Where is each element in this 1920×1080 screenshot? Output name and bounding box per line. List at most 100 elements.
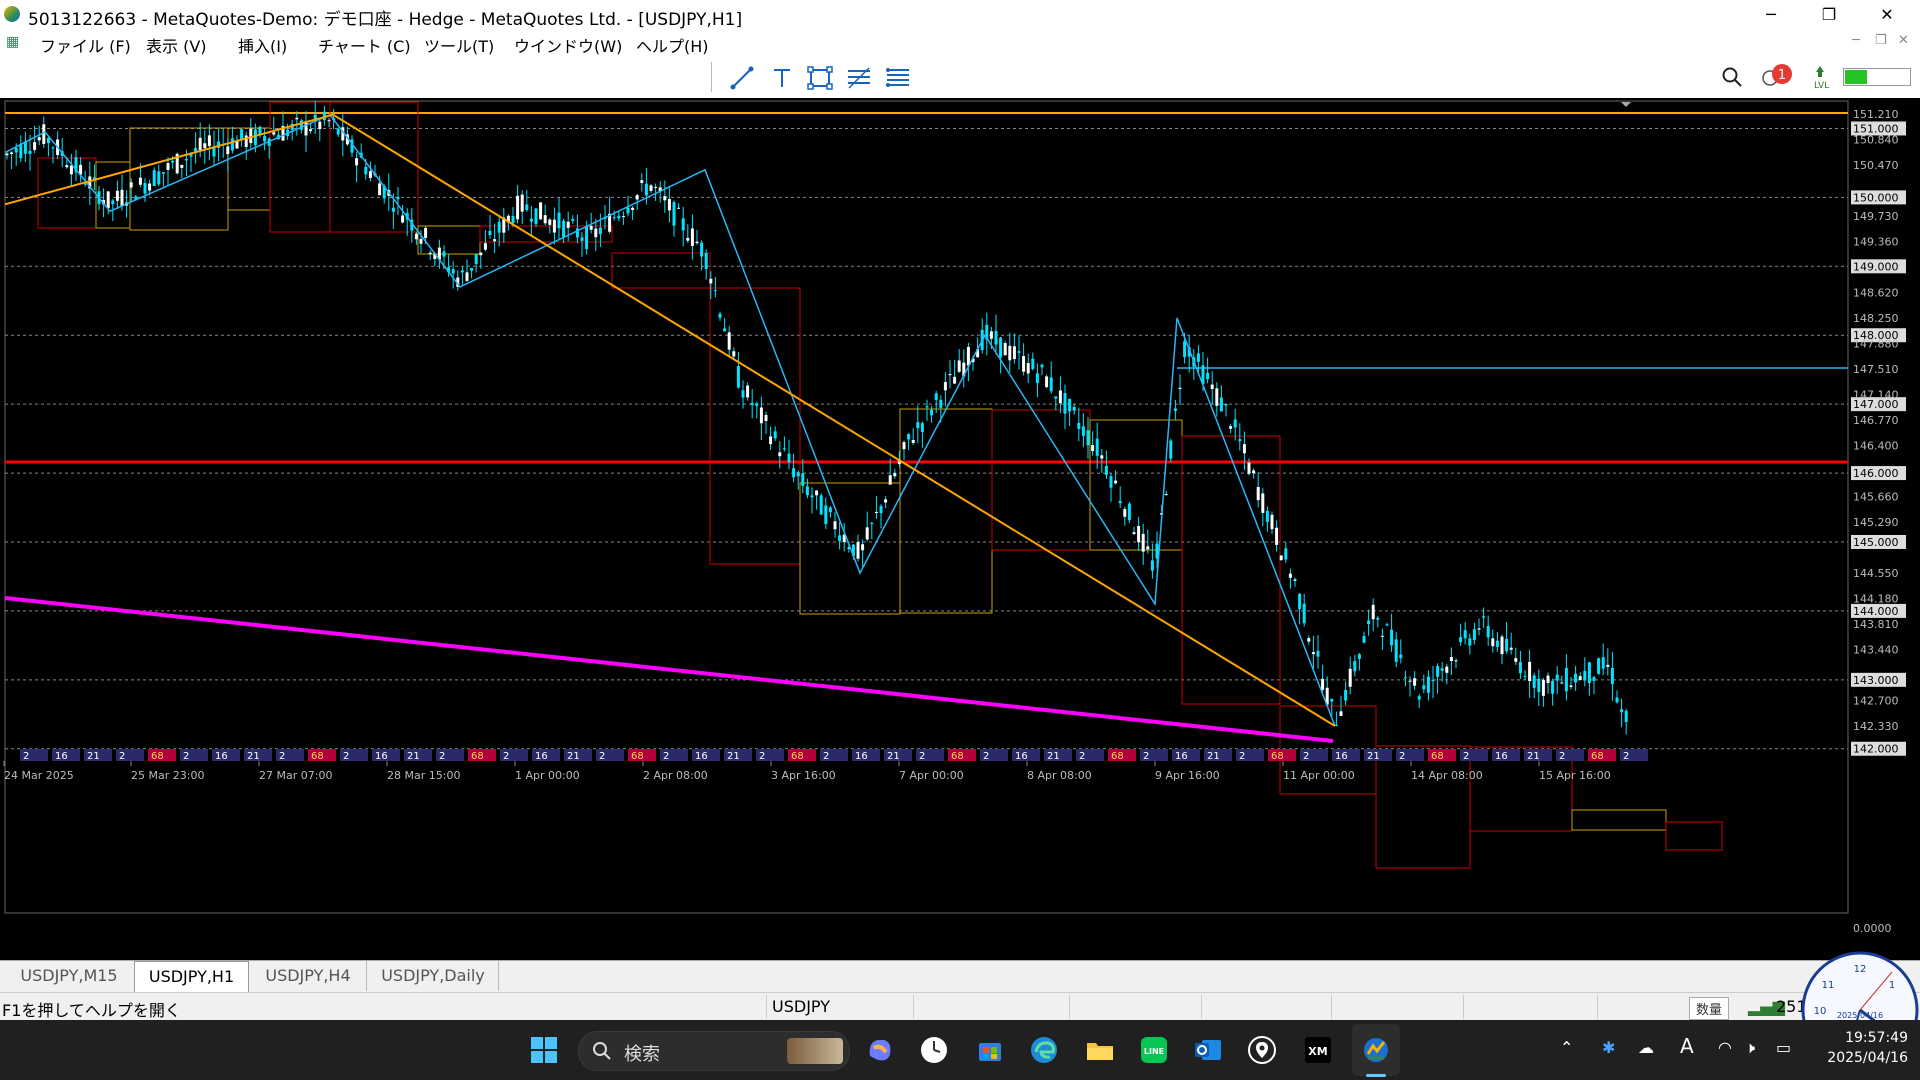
candle-body	[198, 137, 202, 151]
candle-body	[378, 183, 382, 196]
notification-icon[interactable]: 1	[1760, 63, 1796, 91]
menu-tools[interactable]: ツール(T)	[424, 33, 494, 57]
candle-body	[1238, 439, 1242, 442]
candle-body	[1058, 390, 1062, 404]
candle-body	[677, 207, 681, 209]
svg-text:XM: XM	[1308, 1045, 1327, 1058]
bluetooth-icon[interactable]: ✱	[1602, 1038, 1615, 1057]
wifi-icon[interactable]: ◠	[1718, 1038, 1732, 1057]
maps-pin-icon[interactable]	[1246, 1034, 1278, 1066]
tab-usdjpy-daily[interactable]: USDJPY,Daily	[368, 961, 499, 991]
tab-usdjpy-m15[interactable]: USDJPY,M15	[4, 961, 135, 991]
windows-start-icon[interactable]	[528, 1034, 560, 1066]
close-button[interactable]: ✕	[1858, 0, 1916, 29]
store-icon[interactable]	[974, 1034, 1006, 1066]
candle-body	[1049, 377, 1053, 392]
candle-body	[1068, 398, 1072, 412]
text-icon[interactable]	[766, 62, 798, 94]
menu-window[interactable]: ウインドウ(W)	[514, 33, 622, 57]
candle-body	[1463, 630, 1467, 639]
candle-body	[930, 409, 934, 416]
candle-body	[907, 433, 911, 440]
status-symbol: USDJPY	[772, 997, 830, 1016]
candle-body	[1413, 678, 1417, 686]
copilot-icon[interactable]	[864, 1034, 896, 1066]
session-marker-label: 2	[503, 751, 509, 762]
chart-canvas[interactable]: 151.000150.000149.000148.000147.000146.0…	[0, 98, 1920, 960]
candle-body	[1597, 658, 1601, 674]
restore-button[interactable]: ❐	[1800, 0, 1858, 29]
candle-body	[1284, 548, 1288, 560]
menu-help[interactable]: ヘルプ(H)	[636, 33, 709, 57]
candle-body	[184, 158, 188, 161]
ime-mode-icon[interactable]: A	[1680, 1034, 1694, 1058]
candle-body	[746, 385, 750, 398]
candle-body	[65, 165, 69, 168]
rectangle-icon[interactable]	[804, 62, 836, 94]
candle-body	[511, 216, 515, 224]
active-app-indicator	[1366, 1074, 1386, 1077]
candle-body	[1330, 698, 1334, 702]
gann-icon[interactable]	[882, 62, 914, 94]
price-chart[interactable]: 151.000 150.000 149.000 148.000 147.000 146.0…	[0, 98, 1920, 960]
mdi-minimize-button[interactable]: ─	[1852, 33, 1860, 48]
minimize-button[interactable]: ─	[1742, 0, 1800, 29]
connection-meter	[1843, 68, 1911, 86]
line-app-icon[interactable]: LINE	[1138, 1034, 1170, 1066]
fibonacci-icon[interactable]	[843, 62, 875, 94]
menu-file[interactable]: ファイル (F)	[40, 33, 131, 57]
session-marker-label: 21	[87, 751, 100, 762]
date-axis-label: 7 Apr 00:00	[899, 769, 964, 782]
clock-numeral-12: 12	[1854, 964, 1867, 975]
candle-body	[1523, 675, 1527, 677]
chart-window-icon[interactable]: ▦	[6, 34, 24, 51]
help-hint: F1を押してヘルプを開く	[2, 1001, 181, 1020]
candle-body	[272, 132, 276, 135]
tray-overflow-icon[interactable]: ⌃	[1560, 1038, 1573, 1057]
candle-body	[327, 120, 331, 122]
candle-body	[1440, 668, 1444, 671]
candle-body	[304, 121, 308, 136]
session-marker-label: 2	[119, 751, 125, 762]
trendline-icon[interactable]	[726, 62, 758, 94]
volume-button[interactable]: 数量	[1689, 997, 1730, 1020]
session-range-box	[1181, 435, 1281, 705]
tab-usdjpy-h1[interactable]: USDJPY,H1	[134, 961, 249, 993]
taskbar-search[interactable]: 検索	[578, 1031, 850, 1071]
candle-body	[1072, 406, 1076, 411]
candle-body	[1495, 640, 1499, 647]
session-marker-label: 16	[1335, 751, 1348, 762]
signal-level-icon[interactable]: LVL	[1810, 63, 1840, 91]
tab-usdjpy-h4[interactable]: USDJPY,H4	[250, 961, 367, 991]
candle-body	[649, 185, 653, 191]
candle-body	[686, 237, 690, 241]
taskbar-date[interactable]: 2025/04/16	[1818, 1050, 1908, 1066]
onedrive-icon[interactable]: ☁	[1638, 1038, 1654, 1057]
candle-body	[1500, 636, 1504, 655]
mdi-close-button[interactable]: ✕	[1898, 33, 1909, 48]
candle-body	[1109, 476, 1113, 488]
menu-chart[interactable]: チャート (C)	[318, 33, 411, 57]
clock-app-icon[interactable]	[918, 1034, 950, 1066]
mdi-restore-button[interactable]: ❐	[1875, 33, 1887, 48]
outlook-icon[interactable]	[1192, 1034, 1224, 1066]
speaker-muted-icon[interactable]: 🕨	[1745, 1038, 1755, 1058]
clock-numeral-10: 10	[1814, 1006, 1827, 1017]
file-explorer-icon[interactable]	[1084, 1034, 1116, 1066]
candle-body	[1380, 635, 1384, 637]
metatrader-taskbar-icon[interactable]	[1360, 1034, 1392, 1066]
price-axis-label: 142.700	[1853, 695, 1899, 708]
status-divider	[1201, 995, 1202, 1019]
search-highlight-icon	[787, 1038, 843, 1064]
candle-body	[1224, 404, 1228, 406]
xm-trading-icon[interactable]: XM	[1302, 1034, 1334, 1066]
search-icon[interactable]	[1718, 63, 1746, 91]
candle-body	[1564, 667, 1568, 692]
candle-body	[1615, 697, 1619, 703]
menu-view[interactable]: 表示 (V)	[146, 33, 207, 57]
highlighted-price-label: 142.000	[1853, 743, 1899, 756]
menu-insert[interactable]: 挿入(I)	[238, 33, 287, 57]
taskbar-time[interactable]: 19:57:49	[1818, 1030, 1908, 1046]
edge-icon[interactable]	[1028, 1034, 1060, 1066]
battery-icon[interactable]: ▭	[1776, 1038, 1791, 1057]
